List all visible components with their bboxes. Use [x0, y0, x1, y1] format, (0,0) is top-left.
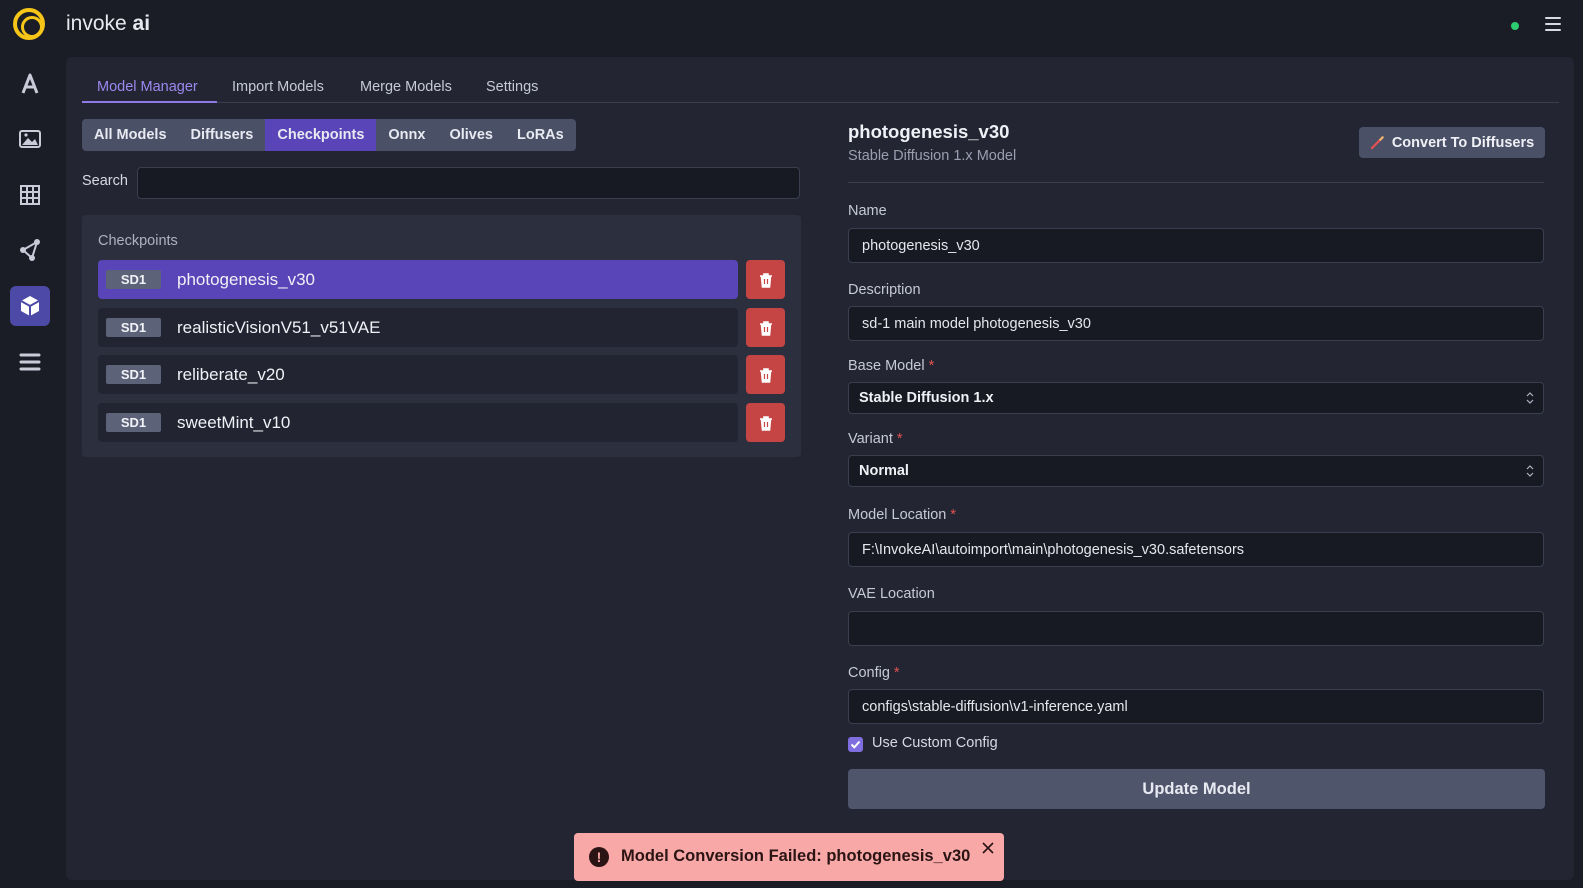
search-label: Search [82, 173, 128, 189]
alert-icon: ! [589, 847, 609, 867]
trash-icon [759, 320, 772, 336]
tab-bar: Model Manager Import Models Merge Models… [82, 75, 1559, 103]
checkmark-icon [850, 740, 861, 749]
image-icon[interactable] [10, 119, 50, 159]
select-chevron-icon [1526, 465, 1534, 477]
delete-model-button[interactable] [746, 308, 785, 347]
node-editor-icon[interactable] [10, 230, 50, 270]
required-mark: * [893, 665, 900, 681]
model-title: photogenesis_v30 [848, 121, 1010, 142]
use-custom-config-label: Use Custom Config [872, 735, 998, 751]
magic-wand-icon [1370, 136, 1384, 150]
hamburger-menu-icon[interactable] [1545, 17, 1561, 31]
model-name: sweetMint_v10 [177, 413, 291, 432]
connection-status-icon [1511, 22, 1519, 30]
app-brand: invoke ai [66, 12, 151, 35]
invoke-logo-icon [13, 8, 45, 40]
close-icon[interactable] [981, 841, 995, 855]
model-name: photogenesis_v30 [177, 270, 316, 289]
delete-model-button[interactable] [746, 403, 785, 442]
name-field[interactable] [848, 228, 1544, 263]
filter-olives[interactable]: Olives [437, 119, 505, 151]
base-model-label: Base Model * [848, 358, 935, 374]
base-model-badge: SD1 [106, 413, 161, 432]
model-subtitle: Stable Diffusion 1.x Model [848, 148, 1017, 164]
delete-model-button[interactable] [746, 260, 785, 299]
description-label: Description [848, 282, 921, 298]
filter-diffusers[interactable]: Diffusers [178, 119, 266, 151]
canvas-grid-icon[interactable] [10, 175, 50, 215]
vae-location-field[interactable] [848, 611, 1544, 646]
name-label: Name [848, 203, 887, 219]
variant-label: Variant * [848, 431, 903, 447]
tab-settings[interactable]: Settings [486, 79, 538, 95]
variant-select[interactable]: Normal [848, 455, 1544, 487]
queue-list-icon[interactable] [10, 342, 50, 382]
active-tab-indicator [82, 101, 217, 103]
filter-onnx[interactable]: Onnx [376, 119, 438, 151]
base-model-select[interactable]: Stable Diffusion 1.x [848, 382, 1544, 414]
vae-location-label: VAE Location [848, 586, 935, 602]
filter-checkpoints[interactable]: Checkpoints [265, 119, 377, 151]
model-location-field[interactable] [848, 532, 1544, 567]
list-item[interactable]: SD1 sweetMint_v10 [98, 403, 738, 442]
select-chevron-icon [1526, 392, 1534, 404]
list-item[interactable]: SD1 reliberate_v20 [98, 355, 738, 394]
description-field[interactable] [848, 306, 1544, 341]
model-name: realisticVisionV51_v51VAE [177, 318, 381, 337]
filter-loras[interactable]: LoRAs [504, 119, 576, 151]
use-custom-config-checkbox[interactable] [848, 737, 863, 752]
required-mark: * [950, 507, 956, 523]
base-model-badge: SD1 [106, 270, 161, 289]
list-item[interactable]: SD1 photogenesis_v30 [98, 260, 738, 299]
error-toast: ! Model Conversion Failed: photogenesis_… [574, 833, 1004, 881]
convert-to-diffusers-button[interactable]: Convert To Diffusers [1359, 127, 1545, 158]
model-manager-panel: Model Manager Import Models Merge Models… [66, 57, 1574, 880]
update-model-button[interactable]: Update Model [848, 769, 1545, 809]
model-location-label: Model Location * [848, 507, 956, 523]
tab-import-models[interactable]: Import Models [232, 79, 324, 95]
toast-message: Model Conversion Failed: photogenesis_v3… [621, 847, 971, 865]
list-item[interactable]: SD1 realisticVisionV51_v51VAE [98, 308, 738, 347]
trash-icon [759, 367, 772, 383]
base-model-badge: SD1 [106, 365, 161, 384]
config-field[interactable] [848, 689, 1544, 724]
list-heading: Checkpoints [98, 233, 178, 249]
config-label: Config * [848, 665, 900, 681]
model-manager-cube-icon[interactable] [10, 286, 50, 326]
tab-merge-models[interactable]: Merge Models [360, 79, 452, 95]
text-to-image-icon[interactable] [10, 64, 50, 104]
divider [848, 182, 1544, 183]
base-model-badge: SD1 [106, 318, 161, 337]
model-type-filter-group: All Models Diffusers Checkpoints Onnx Ol… [82, 119, 576, 151]
top-bar: invoke ai [0, 0, 1583, 56]
delete-model-button[interactable] [746, 355, 785, 394]
model-list: Checkpoints SD1 photogenesis_v30 SD1 rea… [82, 215, 801, 457]
model-name: reliberate_v20 [177, 365, 285, 384]
trash-icon [759, 415, 772, 431]
required-mark: * [896, 431, 903, 447]
trash-icon [759, 272, 772, 288]
required-mark: * [928, 358, 935, 374]
search-input[interactable] [137, 167, 800, 199]
tab-model-manager[interactable]: Model Manager [97, 79, 198, 95]
filter-all-models[interactable]: All Models [82, 119, 179, 151]
